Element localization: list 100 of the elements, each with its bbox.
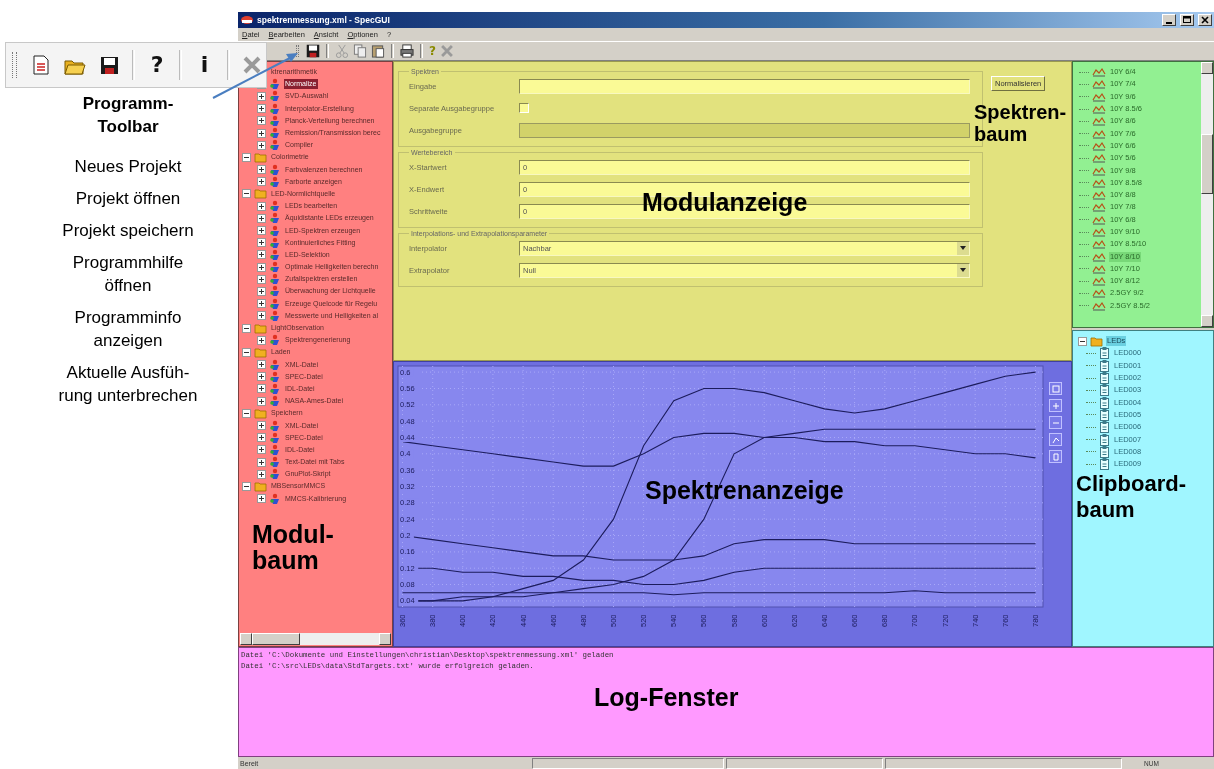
chart-icon bbox=[1092, 67, 1106, 78]
vertical-scrollbar[interactable] bbox=[1201, 62, 1213, 327]
window-title: spektrenmessung.xml - SpecGUI bbox=[257, 15, 390, 25]
plus-box-icon[interactable] bbox=[257, 91, 266, 101]
grip-handle[interactable] bbox=[12, 52, 17, 78]
figure-icon bbox=[269, 285, 281, 298]
figure-icon bbox=[269, 468, 281, 481]
chart-icon bbox=[1092, 116, 1106, 127]
plus-box-icon[interactable] bbox=[257, 226, 266, 236]
callout-title: Programm- Toolbar bbox=[82, 93, 174, 138]
plus-box-icon[interactable] bbox=[257, 286, 266, 296]
region-label: Modul- baum bbox=[252, 521, 334, 573]
chart-tool-button[interactable] bbox=[1049, 450, 1062, 463]
chart-icon bbox=[1092, 140, 1106, 151]
plus-box-icon[interactable] bbox=[257, 140, 266, 150]
plus-box-icon[interactable] bbox=[257, 457, 266, 467]
plus-box-icon[interactable] bbox=[257, 372, 266, 382]
figure-icon bbox=[269, 78, 281, 91]
minimize-icon bbox=[1166, 22, 1172, 24]
folder-icon bbox=[254, 346, 267, 358]
clipboard-icon bbox=[1099, 395, 1110, 410]
region-label: Spektren- baum bbox=[974, 101, 1067, 145]
legend-text: Programminfo anzeigen bbox=[74, 307, 182, 352]
close-icon bbox=[1199, 14, 1211, 26]
chart-icon bbox=[1092, 288, 1106, 299]
plus-box-icon[interactable] bbox=[257, 494, 266, 504]
save-button[interactable] bbox=[305, 44, 321, 58]
chart-tool-button[interactable] bbox=[1049, 399, 1062, 412]
clipboard-icon bbox=[1099, 346, 1110, 361]
minus-box-icon[interactable] bbox=[242, 347, 251, 357]
close-button[interactable] bbox=[1198, 14, 1212, 26]
plus-box-icon[interactable] bbox=[257, 299, 266, 309]
minus-box-icon[interactable] bbox=[242, 189, 251, 199]
plus-box-icon[interactable] bbox=[257, 469, 266, 479]
figure-icon bbox=[269, 370, 281, 383]
maximize-button[interactable] bbox=[1180, 14, 1194, 26]
plus-box-icon[interactable] bbox=[257, 360, 266, 370]
chart-icon bbox=[1092, 263, 1106, 274]
figure-icon bbox=[269, 382, 281, 395]
copy-button[interactable] bbox=[352, 44, 368, 58]
chart-icon bbox=[1092, 239, 1106, 250]
chart-icon bbox=[1092, 214, 1106, 225]
plus-box-icon[interactable] bbox=[257, 165, 266, 175]
figure-icon bbox=[269, 212, 281, 225]
plus-box-icon[interactable] bbox=[257, 213, 266, 223]
folder-icon bbox=[1090, 335, 1103, 347]
chart-icon bbox=[1092, 190, 1106, 201]
horizontal-scrollbar[interactable] bbox=[240, 633, 391, 645]
plus-box-icon[interactable] bbox=[257, 177, 266, 187]
figure-icon bbox=[269, 273, 281, 286]
chart-tool-button[interactable] bbox=[1049, 433, 1062, 446]
clipboard-icon bbox=[1099, 444, 1110, 459]
clipboard-icon bbox=[1099, 383, 1110, 398]
plus-box-icon[interactable] bbox=[257, 104, 266, 114]
plus-box-icon[interactable] bbox=[257, 274, 266, 284]
plus-box-icon[interactable] bbox=[257, 238, 266, 248]
minus-box-icon[interactable] bbox=[242, 408, 251, 418]
copy-icon bbox=[353, 44, 367, 58]
minus-box-icon[interactable] bbox=[242, 481, 251, 491]
legend-text: Neues Projekt bbox=[74, 156, 182, 178]
plus-box-icon[interactable] bbox=[257, 421, 266, 431]
paste-button[interactable] bbox=[370, 44, 386, 58]
plus-box-icon[interactable] bbox=[257, 445, 266, 455]
plus-box-icon[interactable] bbox=[257, 335, 266, 345]
figure-icon bbox=[269, 127, 281, 140]
figure-icon bbox=[269, 358, 281, 371]
help-button[interactable]: ? bbox=[142, 50, 172, 80]
minus-box-icon[interactable] bbox=[242, 152, 251, 162]
chart-icon bbox=[1092, 153, 1106, 164]
scissors-icon bbox=[335, 44, 349, 58]
folder-icon bbox=[254, 151, 267, 163]
minus-box-icon[interactable] bbox=[1078, 336, 1087, 346]
legend-text: Projekt speichern bbox=[62, 220, 194, 242]
input-field[interactable] bbox=[519, 78, 970, 94]
plus-box-icon[interactable] bbox=[257, 128, 266, 138]
cross-icon bbox=[241, 55, 262, 75]
clipboard-icon bbox=[1099, 371, 1110, 386]
print-button[interactable] bbox=[399, 44, 415, 58]
legend-text: Projekt öffnen bbox=[75, 188, 181, 210]
chart-tool-button[interactable] bbox=[1049, 382, 1062, 395]
region-label: Spektrenanzeige bbox=[645, 477, 844, 503]
plus-box-icon[interactable] bbox=[257, 433, 266, 443]
minimize-button[interactable] bbox=[1162, 14, 1176, 26]
clipboard-icon bbox=[1099, 432, 1110, 447]
figure-icon bbox=[269, 90, 281, 103]
checkbox[interactable] bbox=[519, 103, 529, 113]
maximize-icon bbox=[1181, 14, 1193, 26]
plus-box-icon[interactable] bbox=[257, 250, 266, 260]
plus-box-icon[interactable] bbox=[257, 201, 266, 211]
plus-box-icon[interactable] bbox=[257, 384, 266, 394]
plus-box-icon[interactable] bbox=[257, 262, 266, 272]
chart-icon bbox=[1092, 227, 1106, 237]
info-button[interactable]: i bbox=[190, 50, 219, 80]
plus-box-icon[interactable] bbox=[257, 396, 266, 406]
plus-box-icon[interactable] bbox=[257, 311, 266, 321]
chart-icon bbox=[1092, 91, 1106, 102]
minus-box-icon[interactable] bbox=[242, 323, 251, 333]
chart-icon bbox=[1092, 79, 1106, 90]
plus-box-icon[interactable] bbox=[257, 116, 266, 126]
chart-icon bbox=[1092, 300, 1106, 311]
